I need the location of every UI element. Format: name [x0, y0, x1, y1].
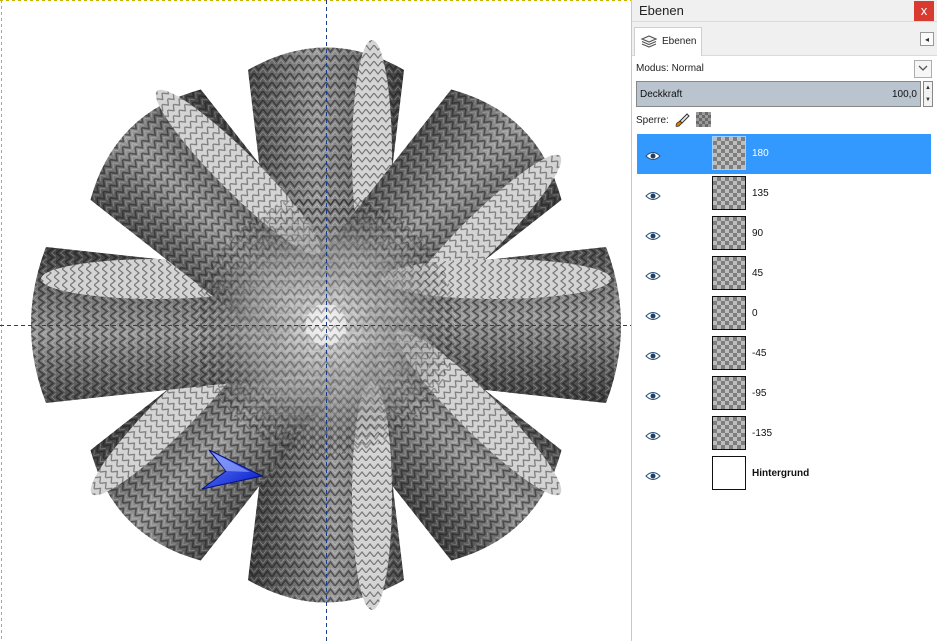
- paintbrush-icon[interactable]: [674, 112, 690, 133]
- alpha-checker-icon[interactable]: [696, 112, 711, 127]
- eye-icon[interactable]: [645, 268, 661, 286]
- tab-layers-label: Ebenen: [662, 36, 697, 47]
- layer-thumbnail: [712, 336, 746, 370]
- eye-icon[interactable]: [645, 188, 661, 206]
- opacity-value: 100,0: [891, 89, 917, 100]
- spin-down-icon[interactable]: ▼: [924, 94, 932, 106]
- opacity-spinner[interactable]: ▲ ▼: [923, 81, 933, 107]
- layer-thumbnail: [712, 176, 746, 210]
- eye-icon[interactable]: [645, 308, 661, 326]
- eye-icon[interactable]: [645, 428, 661, 446]
- image-canvas[interactable]: [0, 0, 631, 641]
- close-button[interactable]: x: [914, 1, 934, 21]
- layer-name: -135: [752, 428, 773, 439]
- layer-thumbnail: [712, 456, 746, 490]
- layer-row[interactable]: -135: [637, 414, 931, 454]
- layer-row[interactable]: 45: [637, 254, 931, 294]
- eye-icon[interactable]: [645, 388, 661, 406]
- eye-icon[interactable]: [645, 228, 661, 246]
- layer-thumbnail: [712, 416, 746, 450]
- layer-name: 45: [752, 268, 764, 279]
- mode-value: Normal: [671, 63, 704, 74]
- layer-list: 180 135 90 45 0 -45 -95 -135 Hintergrund: [637, 134, 932, 641]
- layer-name: Hintergrund: [752, 468, 810, 479]
- layer-name: 90: [752, 228, 764, 239]
- layer-thumbnail: [712, 256, 746, 290]
- layer-row[interactable]: 0: [637, 294, 931, 334]
- layer-row[interactable]: 180: [637, 134, 931, 174]
- lock-label: Sperre:: [636, 115, 669, 126]
- layer-name: 135: [752, 188, 769, 199]
- eye-icon[interactable]: [645, 148, 661, 166]
- eye-icon[interactable]: [645, 468, 661, 486]
- layer-row[interactable]: Hintergrund: [637, 454, 931, 494]
- opacity-slider[interactable]: Deckkraft 100,0: [636, 81, 921, 107]
- spin-up-icon[interactable]: ▲: [924, 82, 932, 94]
- layer-name: -95: [752, 388, 767, 399]
- layer-name: -45: [752, 348, 767, 359]
- panel-menu-button[interactable]: ◂: [920, 32, 934, 46]
- layer-row[interactable]: -45: [637, 334, 931, 374]
- eye-icon[interactable]: [645, 348, 661, 366]
- layers-icon: [640, 35, 658, 55]
- mode-label: Modus: Normal: [636, 63, 704, 74]
- layer-thumbnail: [712, 136, 746, 170]
- tab-layers[interactable]: Ebenen: [634, 27, 702, 56]
- layer-thumbnail: [712, 296, 746, 330]
- panel-titlebar: Ebenen x: [632, 0, 937, 22]
- layer-row[interactable]: -95: [637, 374, 931, 414]
- chevron-down-icon: [918, 65, 928, 71]
- layer-name: 180: [752, 148, 769, 159]
- lock-row: Sperre:: [632, 109, 937, 131]
- mode-row: Modus: Normal: [632, 56, 937, 80]
- tab-strip: Ebenen ◂: [632, 22, 937, 56]
- layer-name: 0: [752, 308, 758, 319]
- layer-row[interactable]: 90: [637, 214, 931, 254]
- panel-title: Ebenen: [639, 3, 684, 18]
- layer-thumbnail: [712, 376, 746, 410]
- opacity-row: Deckkraft 100,0 ▲ ▼: [636, 81, 933, 107]
- layers-panel: Ebenen x Ebenen ◂ Modus: Normal Deckkraf…: [631, 0, 937, 641]
- layer-thumbnail: [712, 216, 746, 250]
- opacity-label: Deckkraft: [640, 89, 683, 100]
- mode-dropdown-button[interactable]: [914, 60, 932, 78]
- canvas-artwork: [0, 0, 631, 641]
- layer-row[interactable]: 135: [637, 174, 931, 214]
